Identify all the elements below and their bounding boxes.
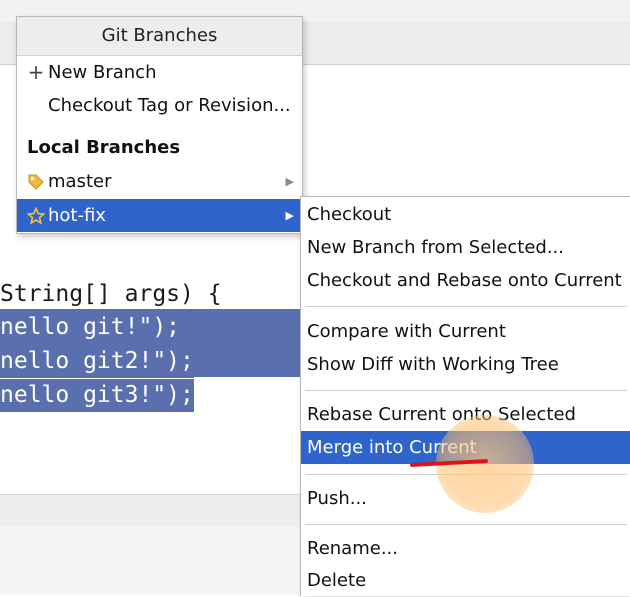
menu-separator <box>305 390 627 391</box>
show-diff-item[interactable]: Show Diff with Working Tree <box>301 348 630 381</box>
local-branches-header: Local Branches <box>27 137 181 158</box>
new-branch-from-selected-item[interactable]: New Branch from Selected... <box>301 231 630 264</box>
rename-item[interactable]: Rename... <box>301 532 630 565</box>
menu-separator <box>305 524 627 525</box>
code-line-selected[interactable]: nello git2!"); <box>0 345 194 378</box>
star-icon <box>25 199 47 232</box>
compare-with-current-item[interactable]: Compare with Current <box>301 315 630 348</box>
submenu-arrow-icon: ▶ <box>285 209 294 222</box>
checkout-item[interactable]: Checkout <box>301 198 630 231</box>
code-line[interactable]: String[] args) { <box>0 278 222 311</box>
branch-item-hot-fix[interactable]: hot-fix ▶ <box>17 199 302 232</box>
popup-title: Git Branches <box>17 17 302 56</box>
submenu-arrow-icon: ▶ <box>285 175 294 188</box>
new-branch-item[interactable]: + New Branch <box>17 56 302 89</box>
tag-icon <box>25 165 47 198</box>
plus-icon: + <box>27 60 45 84</box>
branch-item-master[interactable]: master ▶ <box>17 165 302 198</box>
delete-item[interactable]: Delete <box>301 564 630 597</box>
code-line-selected[interactable]: nello git!"); <box>0 311 181 344</box>
branch-actions-submenu: Checkout New Branch from Selected... Che… <box>300 196 630 596</box>
git-branches-popup: Git Branches + New Branch Checkout Tag o… <box>16 16 303 234</box>
checkout-and-rebase-item[interactable]: Checkout and Rebase onto Current <box>301 264 630 297</box>
code-line-selected[interactable]: nello git3!"); <box>0 379 194 412</box>
menu-separator <box>305 306 627 307</box>
checkout-tag-item[interactable]: Checkout Tag or Revision... <box>17 89 302 122</box>
